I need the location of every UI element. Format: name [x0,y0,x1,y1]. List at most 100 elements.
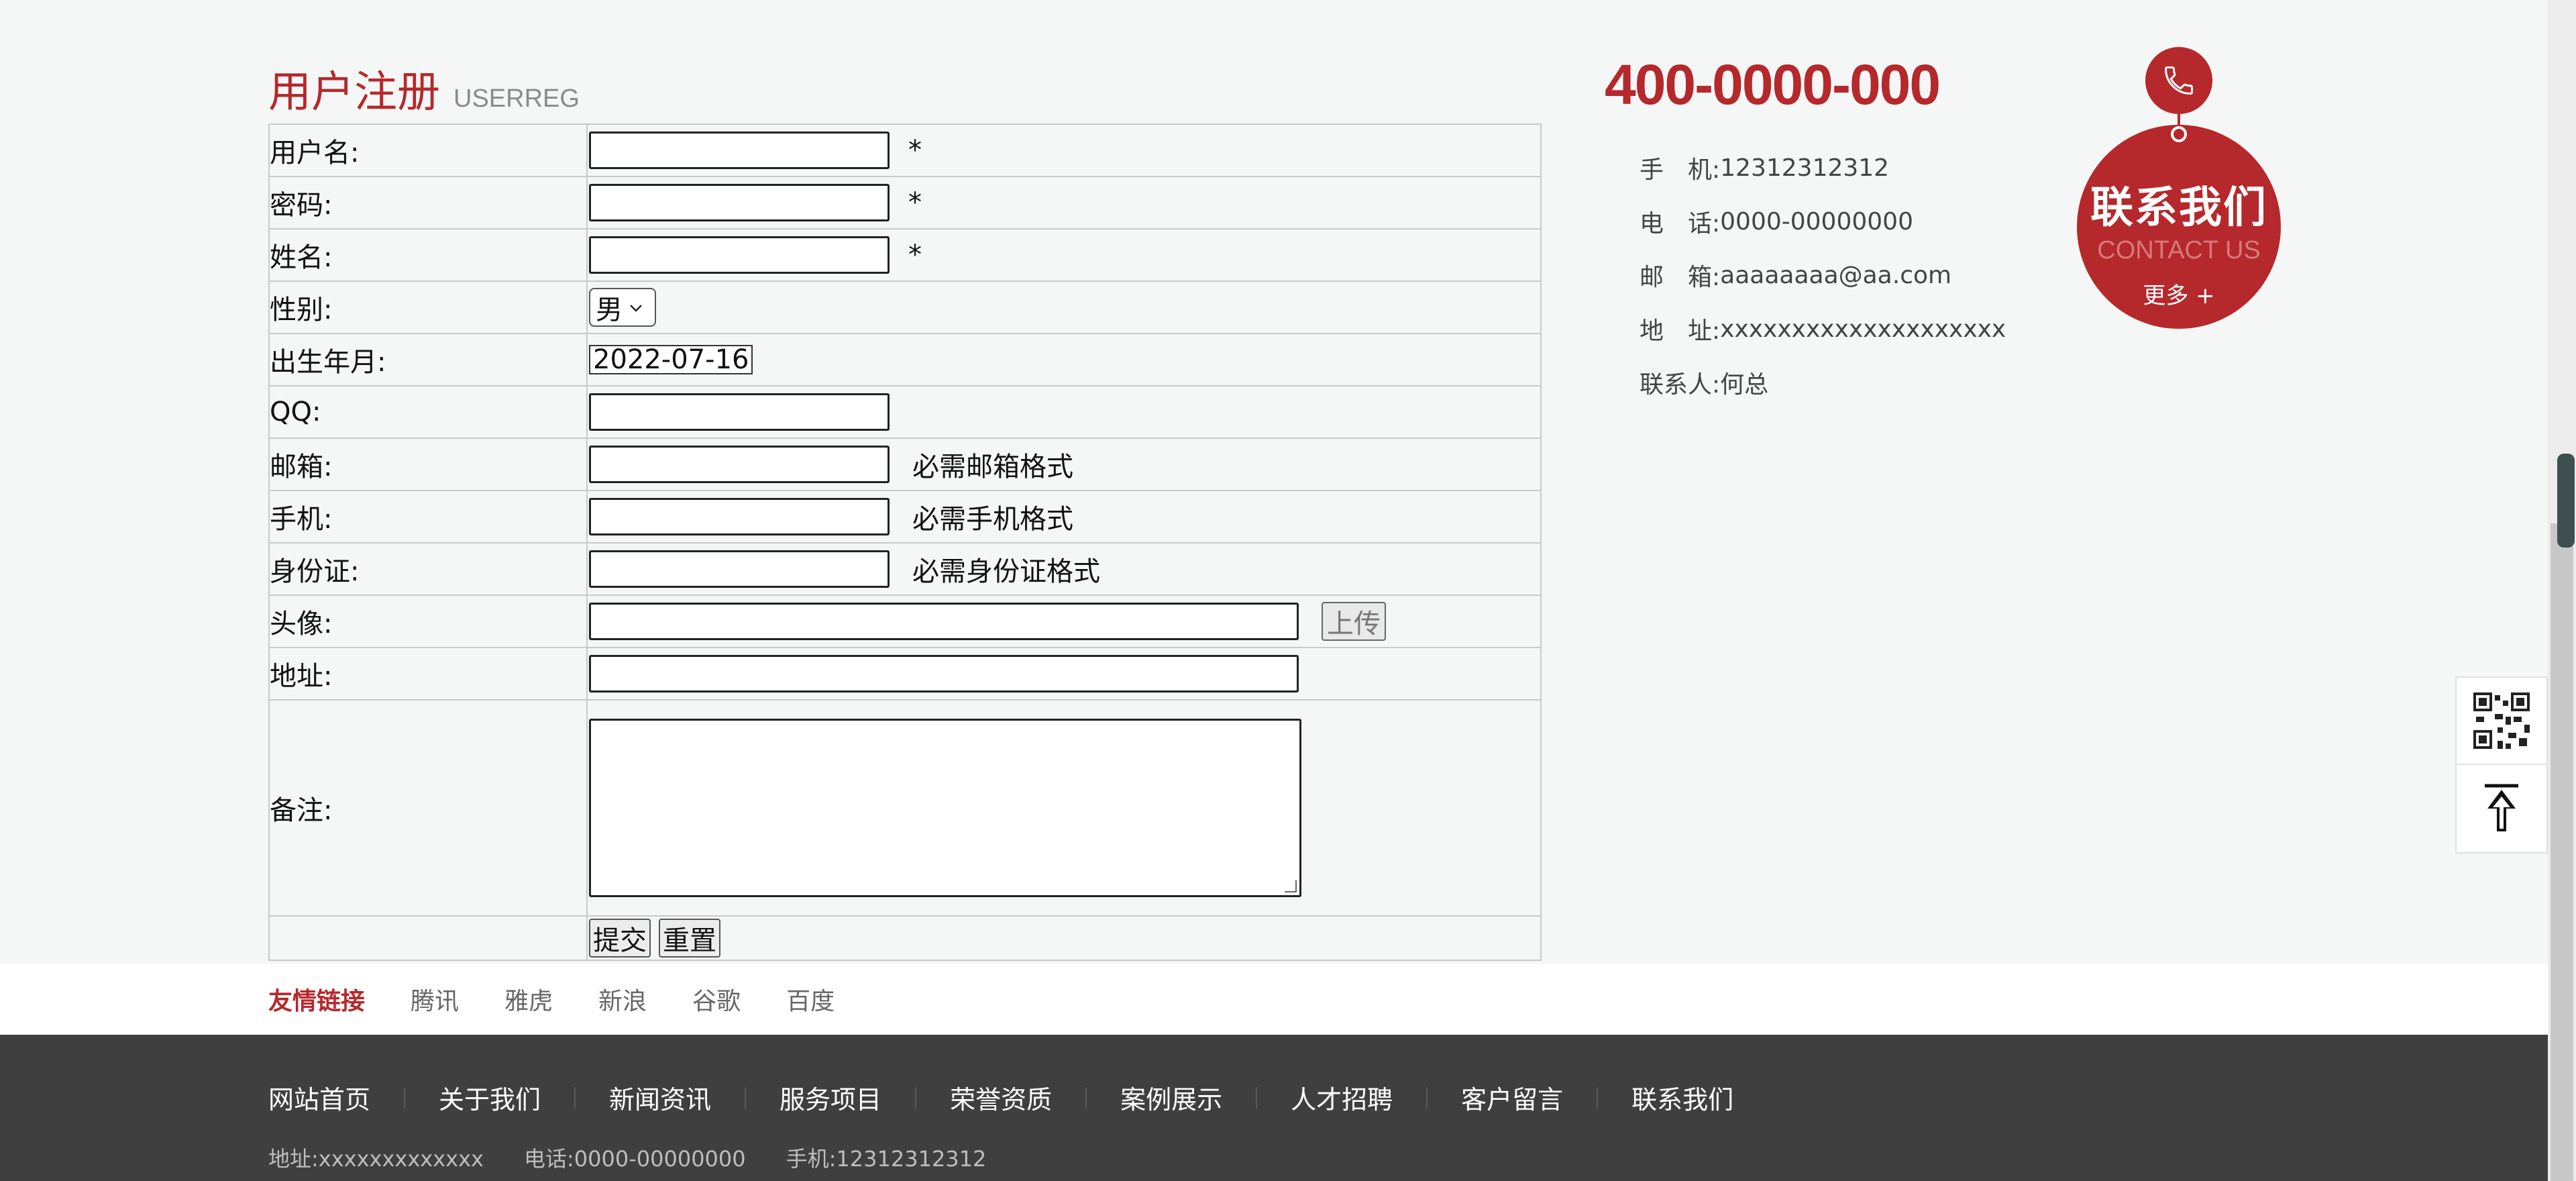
contact-key: 手 机: [1640,156,1721,184]
actions-label-cell [270,917,588,960]
username-label: 用户名: [270,125,588,176]
gender-label: 性别: [270,282,588,333]
scrollbar-thumb[interactable] [2551,523,2573,1181]
form-row-qq: QQ: [270,387,1540,439]
password-input[interactable] [589,184,890,221]
vertical-scrollbar[interactable] [2548,0,2576,1181]
nav-divider [1597,1086,1599,1109]
qq-input[interactable] [589,393,890,431]
required-mark: * [908,240,922,270]
idcard-input[interactable] [589,550,890,588]
friend-link[interactable]: 新浪 [598,982,647,1017]
resize-grip-icon[interactable] [1285,880,1297,892]
contact-item-mobile: 手 机: 12312312312 [1640,141,2006,195]
username-input[interactable] [589,132,890,169]
contact-key: 地 址: [1640,317,1721,345]
footer-nav-feedback[interactable]: 客户留言 [1461,1079,1563,1116]
footer-nav-jobs[interactable]: 人才招聘 [1291,1079,1393,1116]
chevron-down-icon [629,298,643,317]
remark-label: 备注: [270,701,588,915]
contact-item-phone: 电 话: 0000-00000000 [1640,195,2006,248]
contact-value: 12312312312 [1720,154,1890,182]
form-row-name: 姓名: * [270,229,1540,282]
friend-link[interactable]: 雅虎 [504,982,553,1017]
form-row-username: 用户名: * [270,125,1540,177]
page-title: 用户注册 USERREG [268,58,580,119]
avatar-path-input[interactable] [589,603,1299,640]
nav-divider [1085,1086,1087,1109]
contact-value: aaaaaaaa@aa.com [1720,261,1952,289]
form-row-password: 密码: * [270,177,1540,229]
friend-link[interactable]: 百度 [786,982,835,1017]
register-form: 用户名: * 密码: * 姓名: * 性别: 男 出生年月: 2022-07-1… [268,123,1542,961]
form-row-remark: 备注: [270,701,1540,917]
contact-item-email: 邮 箱: aaaaaaaa@aa.com [1640,248,2006,302]
avatar-label: 头像: [270,596,588,647]
gender-select[interactable]: 男 [589,288,656,327]
nav-divider [1256,1086,1258,1109]
footer: 网站首页 关于我们 新闻资讯 服务项目 荣誉资质 案例展示 人才招聘 客户留言 … [0,1035,2548,1181]
friend-link[interactable]: 谷歌 [692,982,741,1017]
mobile-hint: 必需手机格式 [912,504,1073,535]
email-input[interactable] [589,446,890,483]
contact-us-badge[interactable]: 联系我们 CONTACT US 更多 + [2077,47,2281,329]
footer-nav-contact[interactable]: 联系我们 [1631,1079,1733,1116]
mobile-label: 手机: [270,491,588,542]
address-label: 地址: [270,648,588,699]
mobile-input[interactable] [589,498,890,535]
footer-phone: 电话:0000-00000000 [523,1146,746,1172]
contact-value: 0000-00000000 [1720,207,1913,236]
contact-item-address: 地 址: xxxxxxxxxxxxxxxxxxxx [1640,302,2006,356]
footer-mobile: 手机:12312312312 [786,1146,987,1172]
birth-date-input[interactable]: 2022-07-16 [589,344,753,375]
footer-nav: 网站首页 关于我们 新闻资讯 服务项目 荣誉资质 案例展示 人才招聘 客户留言 … [268,1079,1733,1116]
form-row-address: 地址: [270,648,1540,701]
contact-key: 联系人: [1640,371,1721,399]
nav-divider [404,1086,406,1109]
footer-nav-cases[interactable]: 案例展示 [1120,1079,1222,1116]
footer-nav-services[interactable]: 服务项目 [780,1079,881,1116]
badge-more-link[interactable]: 更多 + [2143,277,2214,310]
name-label: 姓名: [270,229,588,280]
friend-links-title: 友情链接 [268,988,366,1015]
phone-icon [2145,47,2212,114]
contact-item-person: 联系人: 何总 [1640,356,2006,409]
footer-info: 地址:xxxxxxxxxxxxx 电话:0000-00000000 手机:123… [268,1142,1026,1173]
required-mark: * [908,135,922,166]
nav-divider [1426,1086,1428,1109]
gender-selected-value: 男 [596,295,623,325]
email-hint: 必需邮箱格式 [912,452,1073,482]
qq-label: QQ: [270,387,588,438]
back-to-top-icon[interactable] [2457,765,2546,852]
email-label: 邮箱: [270,439,588,490]
idcard-hint: 必需身份证格式 [912,556,1100,587]
form-row-gender: 性别: 男 [270,282,1540,334]
contact-key: 电 话: [1640,210,1721,238]
nav-divider [745,1086,747,1109]
address-input[interactable] [589,655,1299,692]
birth-label: 出生年月: [270,334,588,385]
name-input[interactable] [589,236,890,274]
footer-nav-news[interactable]: 新闻资讯 [609,1079,711,1116]
footer-nav-about[interactable]: 关于我们 [439,1079,541,1116]
qr-code-icon[interactable] [2457,678,2546,765]
hotline-number: 400-0000-000 [1605,53,1941,116]
form-row-actions: 提交 重置 [270,917,1540,960]
contact-value: 何总 [1720,371,1769,399]
form-row-birth: 出生年月: 2022-07-16 [270,334,1540,387]
badge-disc: 联系我们 CONTACT US 更多 + [2077,125,2281,329]
nav-divider [574,1086,576,1109]
form-row-avatar: 头像: 上传 [270,596,1540,648]
side-drag-handle[interactable] [2557,454,2575,548]
footer-nav-home[interactable]: 网站首页 [268,1079,370,1116]
friend-link[interactable]: 腾讯 [411,982,459,1017]
reset-button[interactable]: 重置 [659,919,720,958]
form-row-idcard: 身份证: 必需身份证格式 [270,544,1540,596]
footer-nav-honors[interactable]: 荣誉资质 [950,1079,1052,1116]
badge-title-en: CONTACT US [2097,236,2261,264]
side-float-panel [2455,676,2548,854]
upload-button[interactable]: 上传 [1322,602,1386,641]
remark-textarea[interactable] [589,719,1301,897]
contact-list: 手 机: 12312312312 电 话: 0000-00000000 邮 箱:… [1640,141,2006,409]
submit-button[interactable]: 提交 [589,919,651,958]
